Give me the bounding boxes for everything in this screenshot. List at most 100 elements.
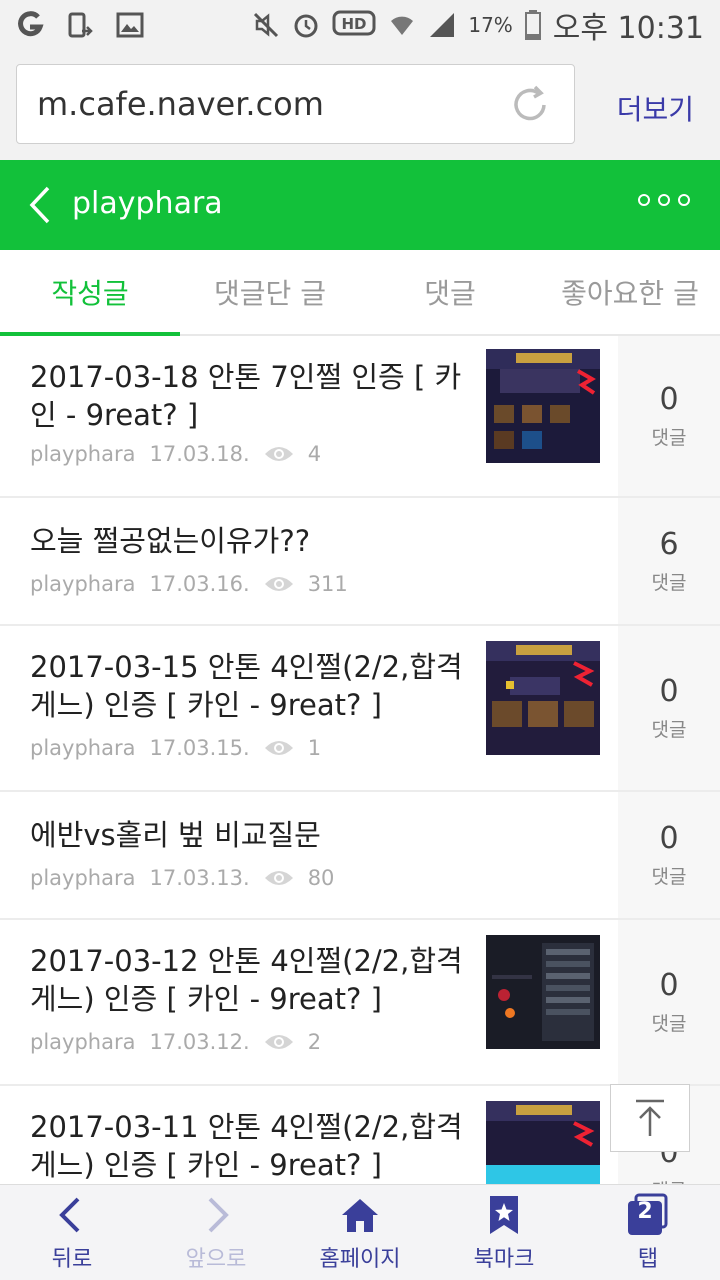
comment-count-box[interactable]: 0 댓글 — [618, 792, 720, 918]
post-meta: playphara 17.03.12. 2 — [30, 1030, 321, 1054]
post-thumbnail[interactable] — [486, 935, 600, 1049]
post-views: 80 — [307, 866, 335, 890]
comment-count: 0 — [659, 674, 679, 709]
post-thumbnail[interactable] — [486, 1101, 600, 1184]
post-link[interactable]: 2017-03-15 안톤 4인쩔(2/2,합격게느) 인증 [ 카인 - 9r… — [0, 626, 618, 790]
menu-dot — [638, 194, 650, 206]
nav-home-button[interactable]: 홈페이지 — [288, 1185, 432, 1280]
menu-dot — [678, 194, 690, 206]
post-author: playphara — [30, 866, 136, 890]
tab-comments[interactable]: 댓글 — [360, 250, 540, 334]
tab-my-posts[interactable]: 작성글 — [0, 250, 180, 336]
post-list: 2017-03-18 안톤 7인쩔 인증 [ 카인 - 9reat? ] pla… — [0, 336, 720, 1184]
address-bar[interactable]: m.cafe.naver.com — [16, 64, 575, 144]
post-link[interactable]: 에반vs홀리 벞 비교질문 playphara 17.03.13. 80 — [0, 792, 618, 918]
post-date: 17.03.15. — [149, 736, 250, 760]
battery-percent: 17% — [468, 13, 513, 37]
app-g-icon — [18, 11, 44, 37]
post-title[interactable]: 2017-03-18 안톤 7인쩔 인증 [ 카인 - 9reat? ] — [30, 358, 470, 434]
post-meta: playphara 17.03.13. 80 — [30, 866, 334, 890]
signal-icon — [430, 13, 455, 37]
gallery-icon — [116, 12, 144, 38]
mute-icon — [254, 12, 279, 38]
tabs-icon: 2 — [626, 1193, 670, 1237]
nav-label: 북마크 — [473, 1246, 535, 1272]
tab-count-badge: 2 — [637, 1198, 653, 1224]
forward-arrow-icon — [208, 1197, 229, 1232]
comment-label: 댓글 — [651, 1013, 687, 1035]
list-item[interactable]: 2017-03-15 안톤 4인쩔(2/2,합격게느) 인증 [ 카인 - 9r… — [0, 626, 720, 792]
views-icon — [264, 577, 293, 591]
post-title[interactable]: 2017-03-15 안톤 4인쩔(2/2,합격게느) 인증 [ 카인 - 9r… — [30, 648, 470, 724]
comment-count: 6 — [659, 527, 679, 562]
post-views: 2 — [307, 1030, 322, 1054]
views-icon — [264, 447, 293, 461]
nav-label: 앞으로 — [185, 1246, 247, 1272]
comment-label: 댓글 — [651, 719, 687, 741]
post-title[interactable]: 2017-03-12 안톤 4인쩔(2/2,합격게느) 인증 [ 카인 - 9r… — [30, 942, 470, 1018]
scroll-to-top-button[interactable] — [610, 1084, 690, 1152]
list-item[interactable]: 오늘 쩔공없는이유가?? playphara 17.03.16. 311 6 댓… — [0, 498, 720, 626]
header-back-icon[interactable] — [26, 184, 56, 226]
bottom-navigation: 뒤로 앞으로 홈페이지 북마크 2 탭 — [0, 1184, 720, 1280]
post-date: 17.03.13. — [149, 866, 250, 890]
post-title[interactable]: 에반vs홀리 벞 비교질문 — [30, 816, 590, 854]
more-button[interactable]: 더보기 — [617, 88, 694, 128]
url-text[interactable]: m.cafe.naver.com — [37, 85, 324, 123]
list-item[interactable]: 2017-03-18 안톤 7인쩔 인증 [ 카인 - 9reat? ] pla… — [0, 336, 720, 498]
post-date: 17.03.12. — [149, 1030, 250, 1054]
post-meta: playphara 17.03.15. 1 — [30, 736, 321, 760]
post-title[interactable]: 오늘 쩔공없는이유가?? — [30, 522, 590, 560]
comment-count-box[interactable]: 0 댓글 — [618, 920, 720, 1084]
post-link[interactable]: 2017-03-11 안톤 4인쩔(2/2,합격게느) 인증 [ 카인 - 9r… — [0, 1086, 618, 1184]
comment-count-box[interactable]: 0 댓글 — [618, 336, 720, 496]
post-thumbnail[interactable] — [486, 641, 600, 755]
clock: 오후 10:31 — [552, 11, 704, 46]
list-item[interactable]: 2017-03-12 안톤 4인쩔(2/2,합격게느) 인증 [ 카인 - 9r… — [0, 920, 720, 1086]
browser-toolbar: m.cafe.naver.com 더보기 — [0, 50, 720, 160]
post-author: playphara — [30, 572, 136, 596]
tab-liked-posts[interactable]: 좋아요한 글 — [540, 250, 720, 334]
more-menu-icon[interactable] — [638, 194, 690, 206]
post-author: playphara — [30, 1030, 136, 1054]
comment-count: 0 — [659, 821, 679, 856]
comment-label: 댓글 — [651, 866, 687, 888]
nav-bookmark-button[interactable]: 북마크 — [432, 1185, 576, 1280]
comment-count: 0 — [659, 382, 679, 417]
nav-label: 홈페이지 — [319, 1246, 401, 1272]
post-link[interactable]: 2017-03-18 안톤 7인쩔 인증 [ 카인 - 9reat? ] pla… — [0, 336, 618, 496]
nav-label: 탭 — [637, 1246, 659, 1272]
nav-forward-button[interactable]: 앞으로 — [144, 1185, 288, 1280]
list-item[interactable]: 에반vs홀리 벞 비교질문 playphara 17.03.13. 80 0 댓… — [0, 792, 720, 920]
comment-label: 댓글 — [651, 427, 687, 449]
post-thumbnail[interactable] — [486, 349, 600, 463]
wifi-icon — [391, 16, 414, 35]
activity-tabs: 작성글 댓글단 글 댓글 좋아요한 글 — [0, 250, 720, 336]
comment-count-box[interactable]: 6 댓글 — [618, 498, 720, 624]
device-share-icon — [68, 12, 93, 38]
home-icon — [342, 1198, 378, 1232]
cafe-header: playphara — [0, 160, 720, 250]
comment-count-box[interactable]: 0 댓글 — [618, 626, 720, 790]
post-author: playphara — [30, 736, 136, 760]
post-views: 311 — [307, 572, 348, 596]
tab-commented-posts[interactable]: 댓글단 글 — [180, 250, 360, 334]
views-icon — [264, 741, 293, 755]
alarm-icon — [294, 14, 318, 38]
post-date: 17.03.16. — [149, 572, 250, 596]
comment-count: 0 — [659, 968, 679, 1003]
nav-back-button[interactable]: 뒤로 — [0, 1185, 144, 1280]
post-date: 17.03.18. — [149, 442, 250, 466]
status-bar: HD 17% 오후 10:31 — [0, 0, 720, 50]
menu-dot — [658, 194, 670, 206]
post-views: 4 — [307, 442, 322, 466]
post-author: playphara — [30, 442, 136, 466]
nav-tabs-button[interactable]: 2 탭 — [576, 1185, 720, 1280]
reload-icon[interactable] — [508, 83, 552, 127]
post-title[interactable]: 2017-03-11 안톤 4인쩔(2/2,합격게느) 인증 [ 카인 - 9r… — [30, 1108, 470, 1184]
post-meta: playphara 17.03.18. 4 — [30, 442, 321, 466]
post-link[interactable]: 오늘 쩔공없는이유가?? playphara 17.03.16. 311 — [0, 498, 618, 624]
back-arrow-icon — [59, 1197, 80, 1232]
views-icon — [264, 1035, 293, 1049]
post-link[interactable]: 2017-03-12 안톤 4인쩔(2/2,합격게느) 인증 [ 카인 - 9r… — [0, 920, 618, 1084]
